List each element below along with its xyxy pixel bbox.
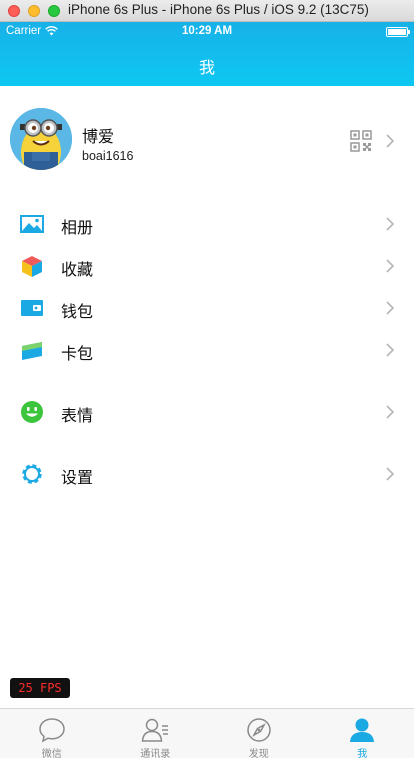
menu-item-label: 表情 bbox=[61, 406, 94, 425]
qr-code-icon[interactable] bbox=[350, 130, 372, 152]
window-controls bbox=[8, 4, 60, 17]
profile-name: 博爱 bbox=[82, 127, 115, 146]
menu-item-label: 设置 bbox=[61, 468, 94, 487]
profile-row[interactable]: 博爱 boai1616 bbox=[0, 108, 414, 178]
card-pack-icon bbox=[22, 342, 42, 360]
tab-contacts[interactable]: 通讯录 bbox=[104, 709, 208, 758]
smiley-face-icon bbox=[21, 401, 43, 423]
contacts-icon bbox=[141, 718, 169, 742]
chat-bubble-icon bbox=[38, 718, 65, 743]
menu-item-label: 卡包 bbox=[61, 344, 94, 363]
battery-icon bbox=[386, 27, 410, 37]
chevron-right-icon bbox=[386, 134, 395, 148]
chevron-right-icon bbox=[386, 405, 395, 419]
tab-discover[interactable]: 发现 bbox=[207, 709, 311, 758]
photo-album-icon bbox=[20, 215, 44, 233]
status-bar: Carrier 10:29 AM bbox=[0, 22, 414, 42]
chevron-right-icon bbox=[386, 467, 395, 481]
maximize-window-button[interactable] bbox=[48, 4, 60, 17]
menu-item-stickers[interactable]: 表情 bbox=[0, 394, 414, 430]
minion-avatar-icon bbox=[10, 108, 72, 170]
chevron-right-icon bbox=[386, 301, 395, 315]
navigation-header: Carrier 10:29 AM 我 bbox=[0, 22, 414, 86]
favorites-cube-icon bbox=[22, 256, 42, 277]
tab-label: 微信 bbox=[41, 749, 62, 758]
app-window: iPhone 6s Plus - iPhone 6s Plus / iOS 9.… bbox=[0, 0, 414, 758]
settings-gear-icon bbox=[22, 464, 42, 484]
close-window-button[interactable] bbox=[8, 4, 20, 17]
chevron-right-icon bbox=[386, 259, 395, 273]
menu-item-label: 钱包 bbox=[61, 302, 94, 321]
simulator-title-bar: iPhone 6s Plus - iPhone 6s Plus / iOS 9.… bbox=[0, 0, 414, 22]
menu-item-wallet[interactable]: 钱包 bbox=[0, 290, 414, 326]
chevron-right-icon bbox=[386, 217, 395, 231]
tab-label: 我 bbox=[357, 749, 368, 758]
tab-me[interactable]: 我 bbox=[311, 709, 414, 758]
clock: 10:29 AM bbox=[181, 25, 233, 37]
menu-item-label: 相册 bbox=[61, 218, 94, 237]
tab-label: 发现 bbox=[248, 749, 269, 758]
menu-item-card-pack[interactable]: 卡包 bbox=[0, 332, 414, 368]
menu-item-album[interactable]: 相册 bbox=[0, 206, 414, 242]
avatar[interactable] bbox=[10, 108, 72, 170]
menu-item-favorites[interactable]: 收藏 bbox=[0, 248, 414, 284]
chevron-right-icon bbox=[386, 343, 395, 357]
tab-bar: 微信 通讯录 发现 我 bbox=[0, 708, 414, 758]
profile-id: boai1616 bbox=[82, 149, 134, 163]
compass-icon bbox=[247, 718, 271, 742]
simulator-title: iPhone 6s Plus - iPhone 6s Plus / iOS 9.… bbox=[68, 2, 369, 17]
menu-item-label: 收藏 bbox=[61, 260, 94, 279]
minimize-window-button[interactable] bbox=[28, 4, 40, 17]
tab-chats[interactable]: 微信 bbox=[0, 709, 104, 758]
tab-label: 通讯录 bbox=[140, 749, 171, 758]
fps-counter: 25 FPS bbox=[10, 678, 70, 698]
person-icon bbox=[350, 718, 375, 742]
menu-item-settings[interactable]: 设置 bbox=[0, 456, 414, 492]
page-title: 我 bbox=[198, 58, 215, 77]
wallet-icon bbox=[21, 300, 43, 316]
